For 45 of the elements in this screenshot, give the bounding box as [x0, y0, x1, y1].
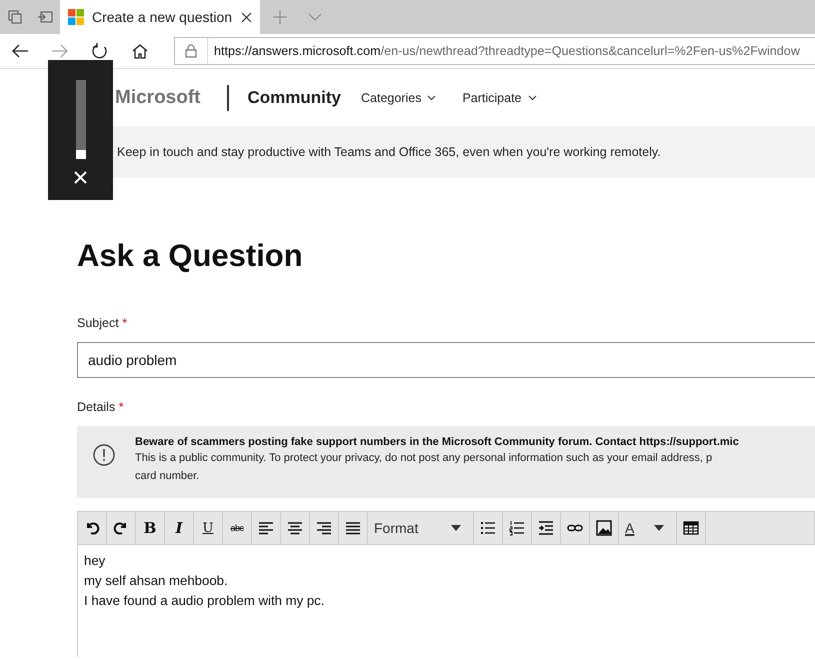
volume-level[interactable] [76, 150, 86, 159]
back-icon[interactable] [12, 44, 28, 58]
required-mark: * [118, 400, 124, 414]
volume-slider[interactable] [76, 80, 86, 159]
tab-aside-icon[interactable] [38, 11, 52, 23]
justify-icon [345, 520, 361, 536]
nav-menu[interactable]: Participate [462, 91, 537, 105]
align-right-icon [316, 520, 332, 536]
warning-text: This is a public community. To protect your privacy, do not post any personal information such as your email address, p card number. [135, 451, 714, 484]
site-title[interactable]: Community [248, 88, 341, 108]
address-bar[interactable]: https://answers.microsoft.com/en-us/newthread?threadtype=Questions&cancelurl=%2Fen-us%2Fwindow [174, 37, 815, 65]
tabs-icon[interactable] [8, 10, 22, 24]
bulleted-list-icon [480, 520, 496, 536]
align-left-icon [258, 520, 274, 536]
indent-icon [538, 520, 554, 536]
browser-tab[interactable]: Create a new question [60, 0, 260, 34]
lock-icon [185, 44, 197, 58]
logo-icon [68, 9, 84, 25]
refresh-icon[interactable] [92, 43, 108, 59]
details-label: Details [77, 400, 116, 414]
undo-icon [84, 520, 100, 536]
editor-body[interactable]: hey my self ahsan mehboob. I have found a audio problem with my pc. [77, 545, 815, 657]
required-mark: * [122, 316, 128, 330]
editor-line: hey [84, 552, 106, 570]
editor-line: my self ahsan mehboob. [84, 572, 229, 590]
caret-icon [451, 525, 461, 531]
warning-title: Beware of scammers posting fake support numbers in the Microsoft Community forum. Contact https://support.mic [135, 436, 739, 448]
brand-name[interactable]: Microsoft [115, 87, 200, 109]
align-center-icon [287, 520, 303, 536]
home-icon[interactable] [132, 44, 148, 58]
subject-label: Subject [77, 316, 119, 330]
redo-icon [113, 520, 129, 536]
numbered-list-icon [509, 520, 525, 536]
nav-menu[interactable]: Categories [361, 91, 436, 105]
page-title: Ask a Question [77, 238, 304, 275]
table-icon [683, 520, 699, 536]
caret-icon [654, 525, 664, 531]
tab-title: Create a new question [92, 9, 233, 25]
chevron-down-icon [427, 95, 436, 101]
exclamation-icon [93, 444, 115, 466]
editor-line: I have found a audio problem with my pc. [84, 592, 326, 610]
close-icon[interactable] [241, 12, 252, 22]
chevron-down-icon [528, 95, 537, 101]
subject-field[interactable]: audio problem [77, 342, 815, 378]
image-icon [596, 520, 612, 536]
